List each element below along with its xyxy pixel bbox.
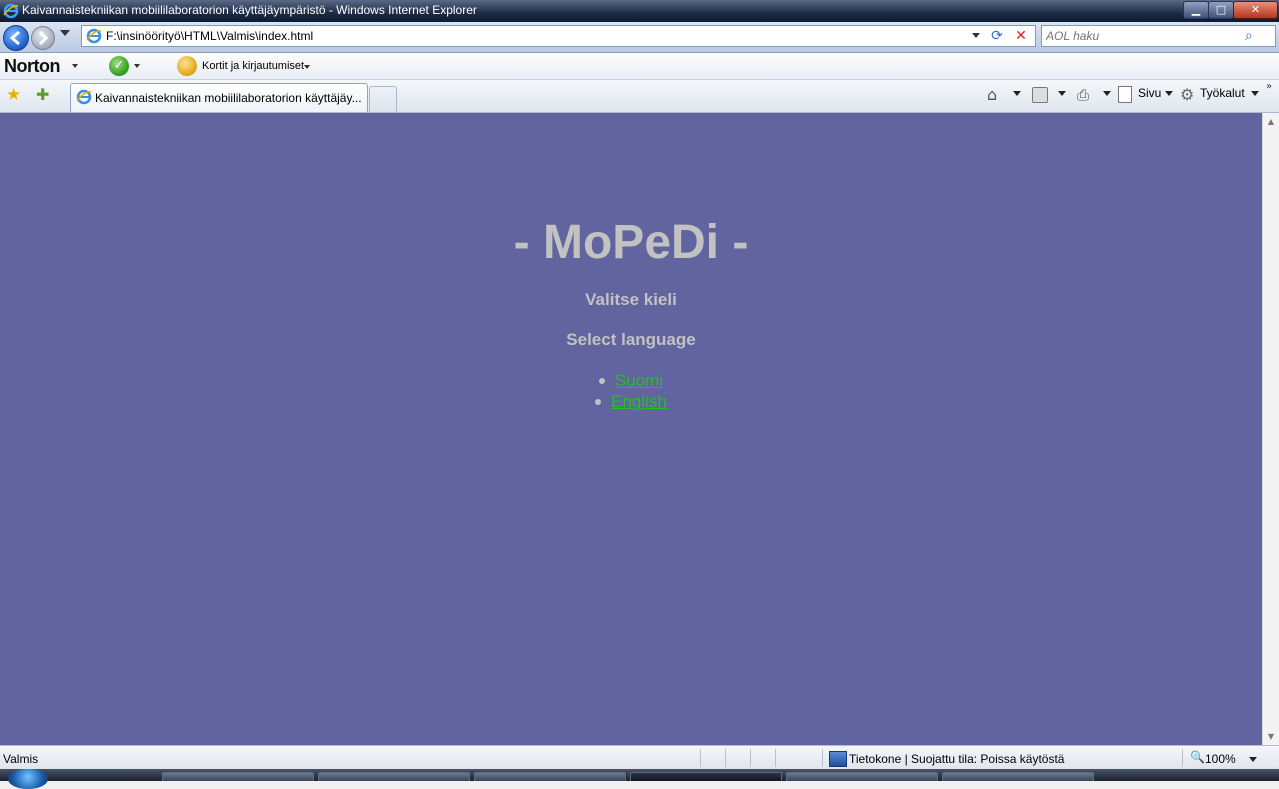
forward-arrow-icon	[38, 30, 49, 46]
tab-bar: ★ ✚ Kaivannaistekniikan mobiililaborator…	[0, 80, 1279, 113]
search-input[interactable]	[1046, 28, 1241, 44]
feeds-dropdown[interactable]	[1058, 91, 1066, 96]
refresh-button[interactable]: ⟳	[987, 27, 1007, 45]
tab-ie-icon	[76, 89, 92, 105]
vertical-scrollbar[interactable]: ▲ ▼	[1262, 113, 1279, 745]
status-divider	[700, 749, 701, 767]
scroll-down-arrow-icon[interactable]: ▼	[1263, 728, 1279, 745]
norton-logo[interactable]: Norton	[4, 56, 60, 77]
minimize-button[interactable]: ▁	[1183, 1, 1209, 19]
back-arrow-icon	[9, 30, 20, 46]
status-divider	[822, 749, 823, 767]
address-input[interactable]	[106, 28, 966, 44]
language-list: Suomi English	[0, 370, 1262, 412]
tools-gear-icon[interactable]: ⚙	[1180, 85, 1194, 104]
page-viewport: - MoPeDi - Valitse kieli Select language…	[0, 113, 1262, 745]
zoom-dropdown[interactable]	[1249, 757, 1257, 762]
window-title-bar: Kaivannaistekniikan mobiililaboratorion …	[0, 0, 1279, 22]
status-divider	[725, 749, 726, 767]
language-link-suomi[interactable]: Suomi	[615, 371, 663, 390]
list-item: English	[0, 391, 1262, 412]
tab-active[interactable]: Kaivannaistekniikan mobiililaboratorion …	[70, 83, 368, 112]
add-favorite-icon[interactable]: ✚	[36, 85, 49, 104]
taskbar-button[interactable]	[942, 772, 1094, 781]
close-window-button[interactable]: ✕	[1233, 1, 1278, 19]
status-divider	[1182, 749, 1183, 767]
page-title: - MoPeDi -	[513, 216, 749, 269]
subtitle-finnish: Valitse kieli	[585, 290, 677, 309]
security-zone-text[interactable]: Tietokone | Suojattu tila: Poissa käytös…	[849, 752, 1064, 766]
language-link-english[interactable]: English	[611, 392, 667, 411]
forward-button[interactable]	[31, 26, 55, 50]
address-bar[interactable]: ⟳ ✕	[81, 25, 1036, 47]
bullet-icon	[595, 398, 602, 405]
new-tab-button[interactable]	[369, 86, 397, 112]
identity-safe-button[interactable]: Kortit ja kirjautumiset	[202, 60, 304, 72]
home-icon[interactable]: ⌂	[987, 85, 997, 104]
identity-safe-dropdown[interactable]	[304, 65, 310, 69]
page-ie-icon	[86, 28, 102, 44]
start-button[interactable]	[8, 769, 48, 789]
norton-dropdown[interactable]	[72, 64, 78, 68]
status-text: Valmis	[3, 752, 39, 766]
search-bar[interactable]: ⌕	[1041, 25, 1276, 47]
taskbar-button-active[interactable]	[630, 772, 782, 781]
identity-safe-lock-icon[interactable]	[177, 56, 197, 76]
zoom-icon[interactable]: 🔍	[1190, 750, 1205, 764]
back-button[interactable]	[3, 25, 29, 51]
scroll-up-arrow-icon[interactable]: ▲	[1263, 113, 1279, 130]
bullet-icon	[598, 377, 605, 384]
page-menu-button[interactable]: Sivu	[1138, 86, 1161, 100]
stop-button[interactable]: ✕	[1011, 27, 1031, 45]
zoom-level[interactable]: 100%	[1205, 752, 1236, 766]
ie-logo-icon	[3, 3, 19, 19]
status-bar: Valmis Tietokone | Suojattu tila: Poissa…	[0, 745, 1279, 770]
search-icon[interactable]: ⌕	[1245, 27, 1263, 45]
address-toolbar: ⟳ ✕ ⌕	[0, 22, 1279, 53]
print-dropdown[interactable]	[1103, 91, 1111, 96]
more-commands-chevron-icon[interactable]: »	[1266, 81, 1272, 92]
tools-dropdown[interactable]	[1251, 91, 1259, 96]
maximize-button[interactable]: □	[1208, 1, 1234, 19]
taskbar-button[interactable]	[474, 772, 626, 781]
page-dropdown[interactable]	[1165, 91, 1173, 96]
safe-web-check-icon[interactable]: ✓	[109, 56, 129, 76]
safe-web-dropdown[interactable]	[134, 64, 140, 68]
taskbar-button[interactable]	[786, 772, 938, 781]
computer-zone-icon[interactable]	[829, 751, 847, 767]
favorites-star-icon[interactable]: ★	[6, 85, 21, 105]
home-dropdown[interactable]	[1013, 91, 1021, 96]
page-icon[interactable]	[1118, 86, 1132, 103]
subtitle-english: Select language	[566, 330, 696, 349]
windows-taskbar	[0, 769, 1279, 789]
status-divider	[775, 749, 776, 767]
tools-menu-button[interactable]: Työkalut	[1200, 86, 1245, 100]
status-divider	[750, 749, 751, 767]
window-title: Kaivannaistekniikan mobiililaboratorion …	[22, 3, 477, 17]
norton-toolbar: Norton ✓ Kortit ja kirjautumiset	[0, 53, 1279, 80]
tab-label: Kaivannaistekniikan mobiililaboratorion …	[95, 91, 362, 105]
address-dropdown[interactable]	[972, 33, 980, 38]
taskbar-button[interactable]	[162, 772, 314, 781]
feeds-icon[interactable]	[1032, 87, 1048, 103]
taskbar-button[interactable]	[318, 772, 470, 781]
print-icon[interactable]: ⎙	[1077, 86, 1089, 104]
list-item: Suomi	[0, 370, 1262, 391]
recent-pages-dropdown[interactable]	[60, 30, 70, 36]
